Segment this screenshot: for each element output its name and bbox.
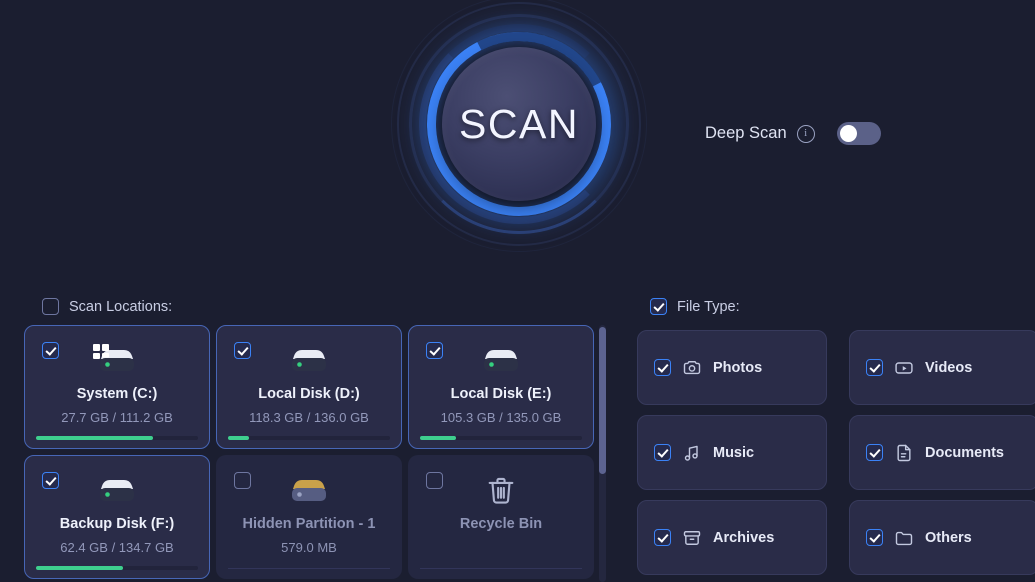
camera-icon [682, 358, 702, 378]
file-type-label: Archives [713, 529, 775, 546]
scan-header-area: SCAN Deep Scan i [0, 0, 1035, 282]
scan-button-label: SCAN [459, 100, 579, 147]
music-note-icon [682, 443, 702, 463]
location-name: Hidden Partition - 1 [242, 516, 376, 532]
document-icon [894, 443, 914, 463]
location-checkbox[interactable] [234, 472, 251, 489]
windows-drive-icon [90, 342, 144, 387]
location-card[interactable]: Backup Disk (F:) 62.4 GB / 134.7 GB [24, 455, 210, 579]
location-usage-bar [36, 436, 198, 440]
scan-button-area: SCAN [389, 0, 649, 256]
location-size: 579.0 MB [281, 540, 337, 555]
location-divider [420, 568, 582, 569]
file-type-tile[interactable]: Videos [849, 330, 1035, 405]
scan-locations-grid: System (C:) 27.7 GB / 111.2 GB Local Disk … [24, 325, 604, 579]
location-name: Local Disk (E:) [450, 386, 552, 402]
location-checkbox[interactable] [234, 342, 251, 359]
file-type-header: File Type: [650, 298, 740, 315]
file-type-checkbox[interactable] [654, 444, 671, 461]
file-type-checkbox[interactable] [866, 444, 883, 461]
location-card[interactable]: Local Disk (D:) 118.3 GB / 136.0 GB [216, 325, 402, 449]
file-type-checkbox[interactable] [654, 529, 671, 546]
location-card[interactable]: Local Disk (E:) 105.3 GB / 135.0 GB [408, 325, 594, 449]
file-type-tile[interactable]: Documents [849, 415, 1035, 490]
file-type-label: Music [713, 444, 755, 461]
file-type-label: Others [925, 529, 972, 546]
location-name: Local Disk (D:) [258, 386, 360, 402]
location-divider [228, 568, 390, 569]
location-size: 105.3 GB / 135.0 GB [440, 410, 562, 425]
location-card[interactable]: System (C:) 27.7 GB / 111.2 GB [24, 325, 210, 449]
drive-icon [282, 342, 336, 387]
location-size: 27.7 GB / 111.2 GB [61, 410, 173, 425]
file-type-label: Videos [925, 359, 973, 376]
deep-scan-toggle[interactable] [836, 122, 881, 145]
file-type-label: Photos [713, 359, 763, 376]
file-type-checkbox[interactable] [866, 359, 883, 376]
location-checkbox[interactable] [42, 342, 59, 359]
file-type-tile[interactable]: Music [637, 415, 827, 490]
location-size: 62.4 GB / 134.7 GB [60, 540, 174, 555]
recycle-bin-icon [484, 472, 518, 513]
location-usage-bar [36, 566, 198, 570]
file-type-label: Documents [925, 444, 1004, 461]
scan-locations-header: Scan Locations: [42, 298, 172, 315]
file-type-title: File Type: [677, 298, 740, 315]
deep-scan-control: Deep Scan i [705, 122, 881, 145]
hidden-partition-icon [282, 472, 336, 517]
location-card[interactable]: Recycle Bin [408, 455, 594, 579]
drive-icon [474, 342, 528, 387]
location-checkbox[interactable] [42, 472, 59, 489]
video-icon [894, 358, 914, 378]
location-card[interactable]: Hidden Partition - 1 579.0 MB [216, 455, 402, 579]
location-name: System (C:) [76, 386, 158, 402]
location-checkbox[interactable] [426, 342, 443, 359]
file-type-tile[interactable]: Others [849, 500, 1035, 575]
location-usage-bar [228, 436, 390, 440]
file-type-grid: Photos Videos Music Documents Archives Others [637, 330, 1035, 575]
file-type-tile[interactable]: Archives [637, 500, 827, 575]
file-type-select-all-checkbox[interactable] [650, 298, 667, 315]
scan-button[interactable]: SCAN [442, 47, 596, 201]
file-type-tile[interactable]: Photos [637, 330, 827, 405]
info-icon[interactable]: i [796, 124, 815, 143]
toggle-knob [839, 125, 857, 142]
location-checkbox[interactable] [426, 472, 443, 489]
location-size: 118.3 GB / 136.0 GB [249, 410, 369, 425]
archive-box-icon [682, 528, 702, 548]
locations-scrollbar-thumb[interactable] [599, 327, 606, 474]
scan-locations-select-all-checkbox[interactable] [42, 298, 59, 315]
file-type-checkbox[interactable] [866, 529, 883, 546]
folder-icon [894, 528, 914, 548]
location-name: Recycle Bin [459, 516, 543, 532]
drive-icon [90, 472, 144, 517]
location-name: Backup Disk (F:) [59, 516, 175, 532]
scan-locations-title: Scan Locations: [69, 298, 173, 315]
scan-locations-panel: System (C:) 27.7 GB / 111.2 GB Local Disk … [24, 325, 604, 582]
file-type-checkbox[interactable] [654, 359, 671, 376]
deep-scan-label: Deep Scan [705, 124, 787, 142]
location-usage-bar [420, 436, 582, 440]
